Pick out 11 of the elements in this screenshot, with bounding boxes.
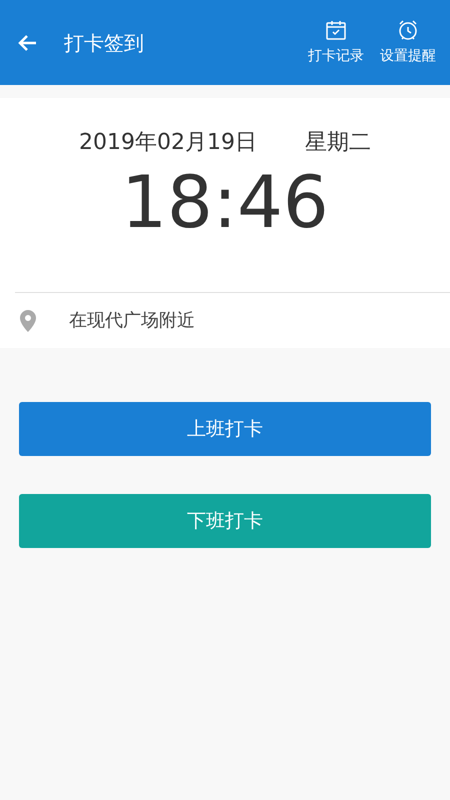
punch-button[interactable]: 上班打卡 — [19, 402, 431, 456]
weekday-text: 星期二 — [304, 129, 371, 157]
date-text: 2019年02月19日 — [79, 129, 257, 157]
location-pin-icon — [19, 308, 37, 332]
location-text: 在现代广场附近 — [69, 309, 195, 333]
calendar-icon — [324, 18, 348, 42]
page-title: 打卡签到 — [64, 30, 144, 56]
punch-button[interactable]: 下班打卡 — [19, 494, 431, 548]
time-text: 18:46 — [121, 159, 329, 245]
toolbar-action[interactable]: 打卡记录 — [308, 18, 364, 67]
toolbar-action[interactable]: 设置提醒 — [380, 18, 436, 67]
